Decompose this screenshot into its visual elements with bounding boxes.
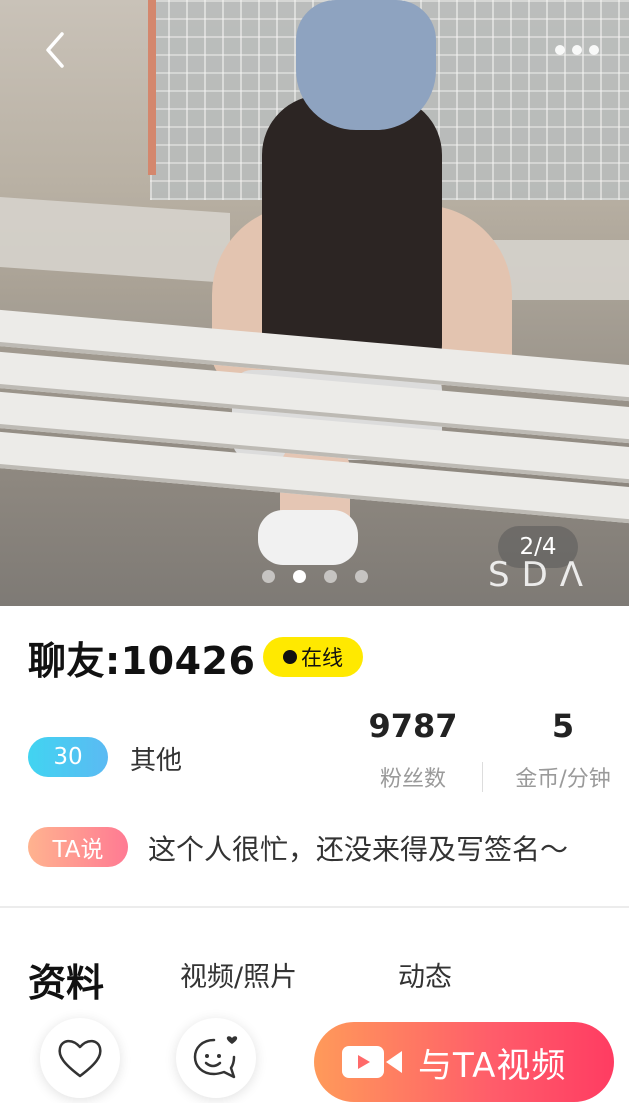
more-dots-icon: [555, 45, 565, 55]
like-button[interactable]: [40, 1018, 120, 1098]
profile-photo-gallery[interactable]: 2/4 SDΛ: [0, 0, 629, 606]
fans-count: 9787: [368, 707, 458, 745]
video-call-label: 与TA视频: [418, 1045, 567, 1086]
online-status-label: 在线: [301, 646, 343, 670]
stat-divider: [482, 762, 483, 792]
rate-stat: 5 金币/分钟: [500, 707, 626, 793]
more-button[interactable]: [555, 40, 599, 60]
tab-moments[interactable]: 动态: [398, 955, 452, 994]
smile-chat-icon: [193, 1036, 238, 1079]
gallery-dot[interactable]: [262, 570, 275, 583]
gallery-dot-active[interactable]: [293, 570, 306, 583]
photo-watermark: SDΛ: [488, 555, 596, 595]
section-divider: [0, 906, 629, 908]
photo-slab: [0, 196, 230, 284]
rate-label: 金币/分钟: [515, 767, 611, 792]
back-chevron-icon: [46, 32, 64, 68]
gallery-page-dots: [262, 570, 368, 583]
more-dots-icon: [589, 45, 599, 55]
rate-value: 5: [551, 707, 575, 745]
gallery-dot[interactable]: [324, 570, 337, 583]
ta-says-badge: TA说: [28, 827, 128, 867]
photo-person-cap: [296, 0, 436, 130]
tab-profile-info[interactable]: 资料: [28, 952, 104, 1007]
online-dot-icon: [283, 650, 297, 664]
age-badge: 30: [28, 737, 108, 777]
heart-icon: [58, 1039, 102, 1078]
back-button[interactable]: [34, 28, 78, 72]
profile-name: 聊友:10426: [28, 639, 256, 683]
tab-video-photos[interactable]: 视频/照片: [180, 955, 297, 994]
signature-text: 这个人很忙，还没来得及写签名～: [148, 833, 569, 866]
video-camera-icon: [342, 1046, 402, 1078]
chat-button[interactable]: [176, 1018, 256, 1098]
gallery-dot[interactable]: [355, 570, 368, 583]
fans-label: 粉丝数: [379, 767, 446, 792]
photo-cage-post: [148, 0, 156, 175]
photo-person-shoe: [258, 510, 358, 565]
fans-stat: 9787 粉丝数: [365, 707, 461, 793]
online-status-badge: 在线: [263, 637, 363, 677]
gender-text: 其他: [130, 746, 183, 776]
more-dots-icon: [572, 45, 582, 55]
video-call-button[interactable]: 与TA视频: [314, 1022, 614, 1102]
